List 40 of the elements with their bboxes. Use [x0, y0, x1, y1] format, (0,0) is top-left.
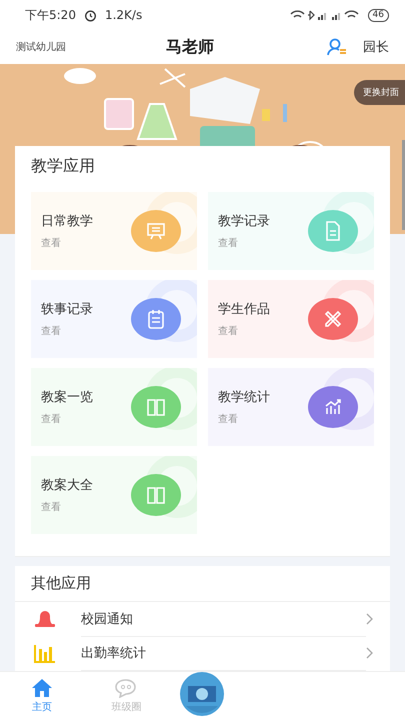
section-title: 教学应用 [31, 156, 96, 177]
tile-subtitle: 查看 [218, 236, 239, 250]
tile-subtitle: 查看 [218, 324, 239, 338]
app-tile[interactable]: 教案一览 查看 [31, 368, 197, 446]
bar-chart-icon [33, 643, 57, 663]
tile-title: 学生作品 [218, 301, 270, 318]
tile-subtitle: 查看 [41, 324, 62, 338]
tile-subtitle: 查看 [41, 500, 62, 514]
change-cover-button[interactable]: 更换封面 [354, 80, 405, 105]
role-label[interactable]: 园长 [363, 38, 389, 56]
app-tile[interactable]: 日常教学 查看 [31, 192, 197, 270]
chat-icon [115, 678, 138, 698]
tile-title: 教学记录 [218, 213, 270, 230]
tile-subtitle: 查看 [218, 412, 239, 426]
tile-title: 教案大全 [41, 477, 93, 494]
tile-subtitle: 查看 [41, 412, 62, 426]
app-tile[interactable]: 教学记录 查看 [208, 192, 374, 270]
tile-title: 日常教学 [41, 213, 93, 230]
tile-title: 教案一览 [41, 389, 93, 406]
alarm-icon [84, 8, 97, 22]
chevron-right-icon [366, 613, 374, 625]
battery-level: 46 [368, 8, 389, 22]
chevron-right-icon [366, 647, 374, 659]
bell-icon [33, 609, 57, 629]
section-title: 其他应用 [15, 566, 390, 602]
status-time: 下午5:20 [25, 6, 76, 24]
page-title: 马老师 [166, 36, 215, 58]
home-icon [31, 678, 54, 698]
user-switch-icon[interactable] [327, 38, 347, 56]
tile-subtitle: 查看 [41, 236, 62, 250]
tile-title: 轶事记录 [41, 301, 93, 318]
tile-title: 教学统计 [218, 389, 270, 406]
app-tile[interactable]: 教学统计 查看 [208, 368, 374, 446]
app-tile[interactable]: 教案大全 查看 [31, 456, 197, 534]
network-speed: 1.2K/s [104, 8, 142, 22]
app-tile[interactable]: 轶事记录 查看 [31, 280, 197, 358]
signal-status-icons [290, 9, 360, 21]
app-list-item[interactable]: 校园通知 [81, 602, 366, 636]
school-name: 测试幼儿园 [16, 40, 67, 54]
app-tile[interactable]: 学生作品 查看 [208, 280, 374, 358]
